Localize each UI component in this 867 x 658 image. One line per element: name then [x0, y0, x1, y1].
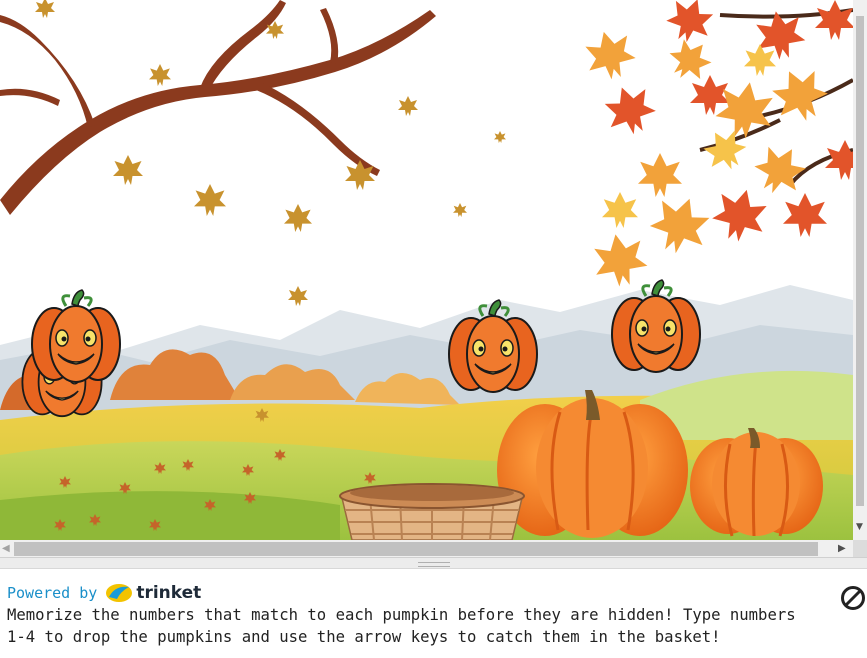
horizontal-scrollbar[interactable]: ◀ ▶	[0, 540, 853, 557]
vertical-scroll-thumb[interactable]	[856, 16, 864, 506]
game-canvas[interactable]	[0, 0, 853, 540]
scroll-down-icon[interactable]: ▼	[856, 522, 863, 532]
trinket-brand-text: trinket	[136, 583, 202, 603]
scrollbar-corner	[853, 540, 867, 557]
splitter-grip-icon[interactable]	[418, 562, 450, 567]
horizontal-scroll-thumb[interactable]	[14, 542, 818, 556]
powered-by-label[interactable]: Powered by	[7, 584, 97, 602]
trinket-icon	[106, 584, 133, 602]
console-panel: Powered by trinket Memorize the numbers …	[0, 569, 867, 658]
panel-splitter[interactable]	[0, 557, 867, 569]
powered-by-link[interactable]: Powered by trinket	[7, 583, 201, 603]
vertical-scrollbar[interactable]: ▼	[853, 0, 867, 540]
scroll-right-icon[interactable]: ▶	[838, 542, 846, 555]
console-output-line-2: 1-4 to drop the pumpkins and use the arr…	[7, 628, 721, 646]
stop-button[interactable]	[840, 585, 866, 611]
autumn-scene	[0, 0, 853, 540]
no-entry-icon	[841, 586, 865, 610]
console-output-line-1: Memorize the numbers that match to each …	[7, 606, 796, 624]
small-pumpkin	[690, 428, 823, 537]
basket	[339, 483, 525, 540]
scroll-left-icon[interactable]: ◀	[2, 542, 10, 555]
console-output: Memorize the numbers that match to each …	[7, 604, 847, 648]
trinket-logo[interactable]: trinket	[105, 583, 201, 603]
big-pumpkin	[497, 390, 688, 538]
